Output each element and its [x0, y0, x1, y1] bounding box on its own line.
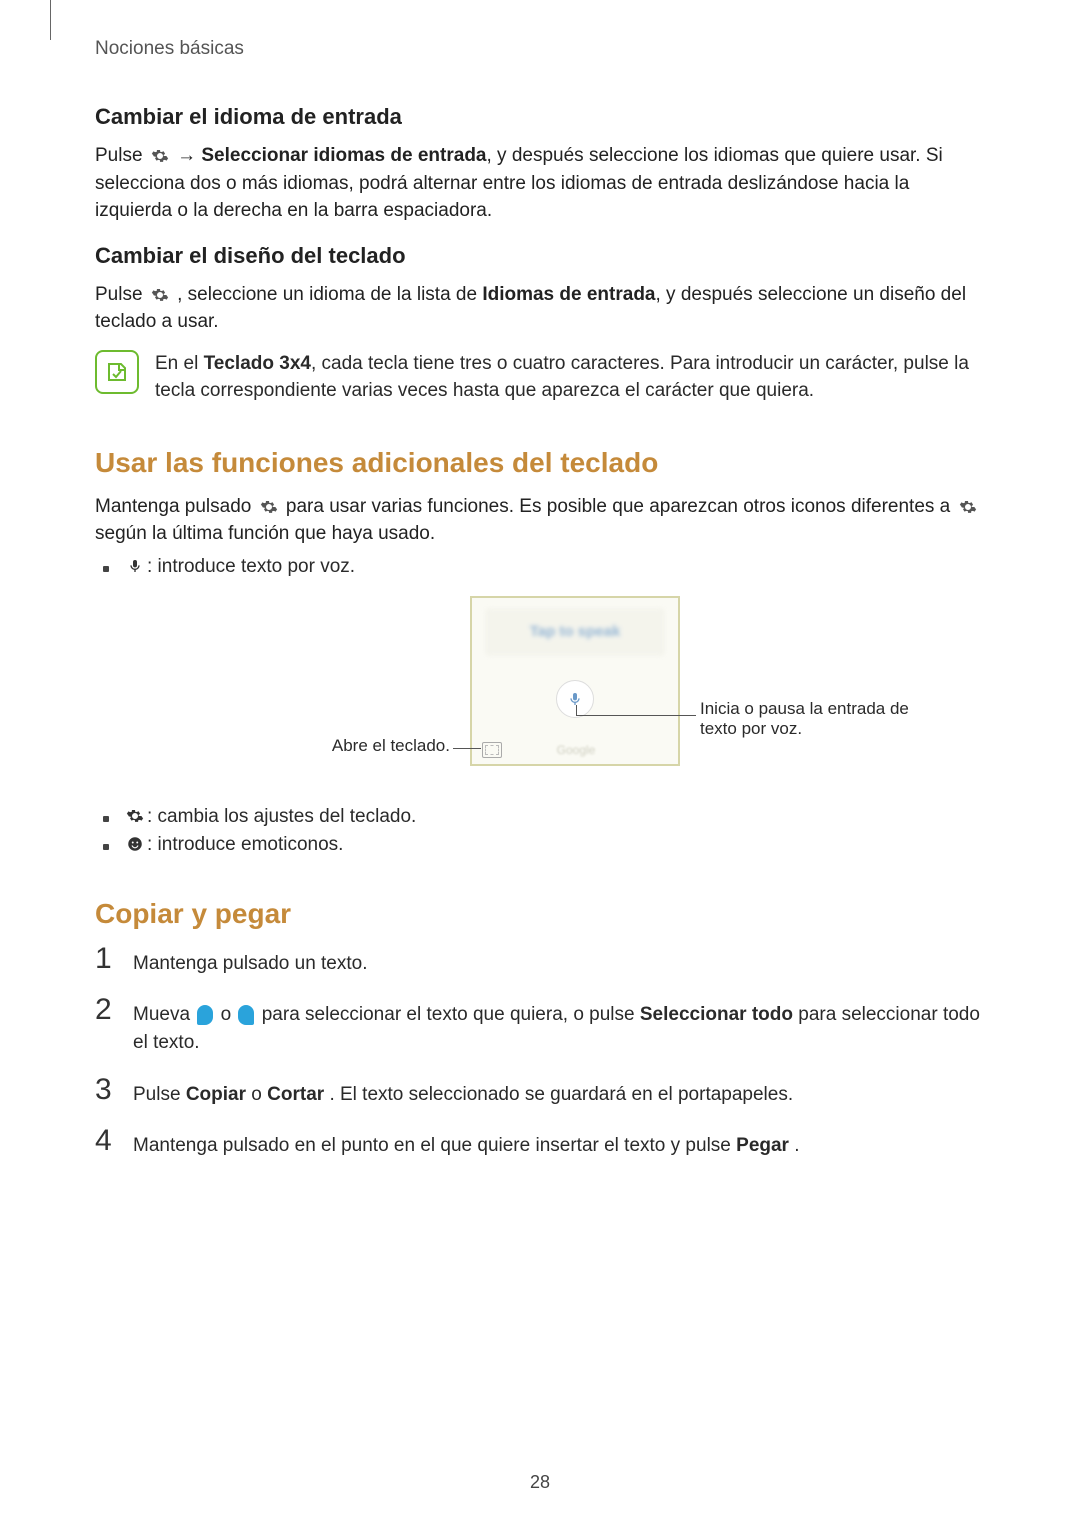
text: . — [794, 1135, 799, 1156]
text: → — [177, 145, 201, 166]
text: . El texto seleccionado se guardará en e… — [329, 1084, 793, 1105]
mic-button-icon — [556, 680, 594, 718]
step-2: 2 Mueva o para seleccionar el texto que … — [95, 995, 985, 1056]
selection-handle-icon — [238, 1005, 254, 1025]
google-label: Google — [557, 743, 596, 757]
text-bold: Idiomas de entrada — [482, 284, 655, 305]
emoji-icon — [125, 834, 145, 854]
text: Mantenga pulsado — [95, 496, 257, 517]
text: En el — [155, 353, 204, 374]
callout-line — [576, 715, 696, 716]
text: : introduce emoticonos. — [147, 834, 343, 856]
callout-line — [453, 748, 481, 749]
text: Pulse — [95, 145, 148, 166]
mic-icon — [125, 556, 145, 576]
keyboard-icon — [482, 742, 502, 758]
text: Mueva — [133, 1004, 195, 1025]
heading-usar-funciones: Usar las funciones adicionales del tecla… — [95, 447, 985, 479]
text: para usar varias funciones. Es posible q… — [286, 496, 956, 517]
heading-copiar-pegar: Copiar y pegar — [95, 898, 985, 930]
note-row: En el Teclado 3x4, cada tecla tiene tres… — [95, 350, 985, 405]
text-bold: Cortar — [267, 1084, 324, 1105]
text: Mantenga pulsado en el punto en el que q… — [133, 1135, 736, 1156]
step-text: Pulse Copiar o Cortar . El texto selecci… — [133, 1075, 793, 1109]
text: : introduce texto por voz. — [147, 556, 355, 578]
text: o — [251, 1084, 267, 1105]
step-text: Mueva o para seleccionar el texto que qu… — [133, 995, 985, 1056]
gear-icon — [125, 806, 145, 826]
gear-icon — [150, 285, 170, 305]
text: Pulse — [95, 284, 148, 305]
gear-icon — [259, 497, 279, 517]
step-number: 4 — [95, 1126, 117, 1156]
paragraph-s1: Pulse → Seleccionar idiomas de entrada, … — [95, 142, 985, 225]
header-rule — [50, 0, 51, 40]
breadcrumb: Nociones básicas — [95, 38, 985, 60]
note-icon — [95, 350, 139, 394]
bullet-icon — [103, 844, 109, 850]
selection-handle-icon — [197, 1005, 213, 1025]
text: para seleccionar el texto que quiera, o … — [262, 1004, 640, 1025]
text: Pulse — [133, 1084, 186, 1105]
text: o — [221, 1004, 237, 1025]
bullet-icon — [103, 816, 109, 822]
text-bold: Pegar — [736, 1135, 789, 1156]
page-number: 28 — [0, 1472, 1080, 1493]
step-number: 3 — [95, 1075, 117, 1105]
text: según la última función que haya usado. — [95, 523, 435, 544]
step-1: 1 Mantenga pulsado un texto. — [95, 944, 985, 978]
bullet-voice: : introduce texto por voz. — [95, 556, 985, 578]
callout-open-keyboard: Abre el teclado. — [230, 736, 450, 756]
text-bold: Copiar — [186, 1084, 246, 1105]
step-text: Mantenga pulsado en el punto en el que q… — [133, 1126, 800, 1160]
paragraph-s2: Pulse , seleccione un idioma de la lista… — [95, 281, 985, 336]
voice-tap-label: Tap to speak — [485, 608, 665, 656]
gear-icon — [150, 146, 170, 166]
text-bold: Seleccionar idiomas de entrada — [201, 145, 486, 166]
voice-panel: Tap to speak Google — [470, 596, 680, 766]
step-number: 2 — [95, 995, 117, 1025]
text-bold: Seleccionar todo — [640, 1004, 793, 1025]
step-number: 1 — [95, 944, 117, 974]
bullet-settings: : cambia los ajustes del teclado. — [95, 806, 985, 828]
gear-icon — [958, 497, 978, 517]
text-bold: Teclado 3x4 — [204, 353, 311, 374]
step-4: 4 Mantenga pulsado en el punto en el que… — [95, 1126, 985, 1160]
voice-input-diagram: Tap to speak Google Abre el teclado. Ini… — [190, 596, 890, 796]
bullet-emoji: : introduce emoticonos. — [95, 834, 985, 856]
step-3: 3 Pulse Copiar o Cortar . El texto selec… — [95, 1075, 985, 1109]
heading-cambiar-diseno: Cambiar el diseño del teclado — [95, 243, 985, 269]
paragraph-s3: Mantenga pulsado para usar varias funcio… — [95, 493, 985, 548]
callout-start-pause-voice: Inicia o pausa la entrada de texto por v… — [700, 699, 930, 739]
text: , seleccione un idioma de la lista de — [177, 284, 482, 305]
step-text: Mantenga pulsado un texto. — [133, 944, 368, 978]
bullet-icon — [103, 566, 109, 572]
heading-cambiar-idioma: Cambiar el idioma de entrada — [95, 104, 985, 130]
text: : cambia los ajustes del teclado. — [147, 806, 416, 828]
